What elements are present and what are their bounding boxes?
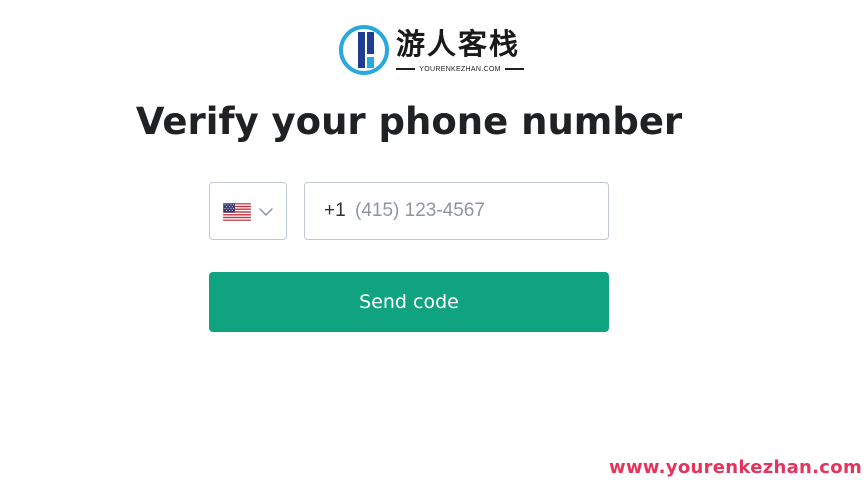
us-flag-icon [223,203,251,221]
brand-logo-icon [339,25,389,75]
dial-code-prefix: +1 [324,200,346,221]
brand-logo: 游人客栈 YOURENKEZHAN.COM [338,24,528,78]
send-code-button[interactable]: Send code [209,272,609,332]
brand-divider-right [504,68,525,70]
chevron-down-icon [259,208,273,216]
phone-number-field[interactable]: +1 [304,182,609,240]
verify-phone-page: 游人客栈 YOURENKEZHAN.COM Verify your phone … [0,0,868,484]
brand-tagline-row: YOURENKEZHAN.COM [396,64,525,74]
country-code-select[interactable] [209,182,287,240]
page-title: Verify your phone number [135,100,683,143]
brand-divider-left [396,68,416,70]
watermark-text: www.yourenkezhan.com [609,457,862,478]
brand-name-en: YOURENKEZHAN.COM [419,65,501,73]
brand-name-cn: 游人客栈 [396,27,521,61]
phone-number-input[interactable] [355,184,595,238]
